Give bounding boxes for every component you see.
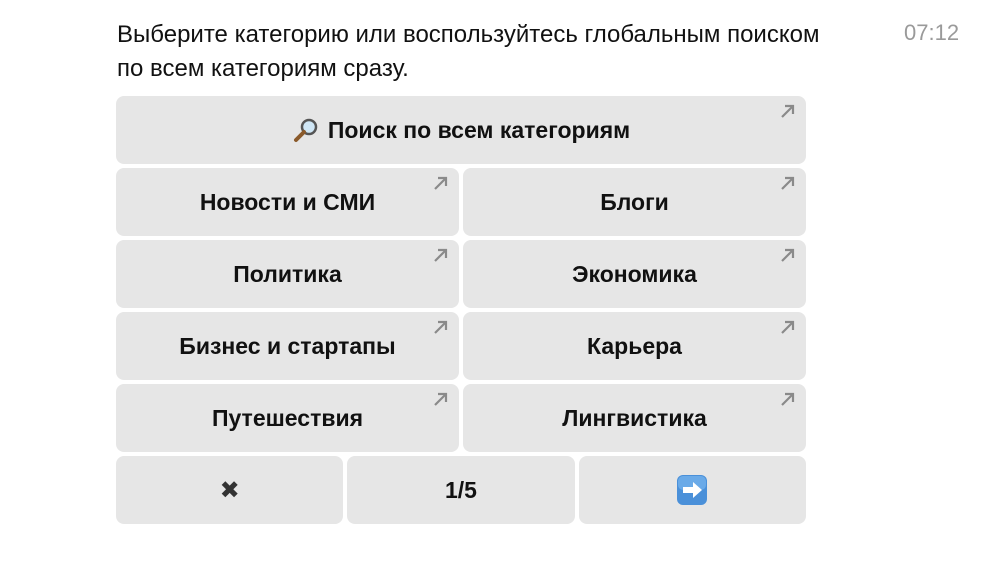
category-label: Экономика <box>572 260 697 287</box>
keyboard-row-navigation: ✖ 1/5 <box>116 456 806 524</box>
keyboard-row: Бизнес и стартапы Карьера <box>116 312 806 380</box>
keyboard-row-search: Поиск по всем категориям <box>116 96 806 164</box>
category-label: Блоги <box>600 188 669 215</box>
category-label: Политика <box>233 260 342 287</box>
inline-keyboard: Поиск по всем категориям Новости и СМИ Б… <box>116 96 806 528</box>
message-text: Выберите категорию или воспользуйтесь гл… <box>117 21 820 82</box>
search-all-categories-label: Поиск по всем категориям <box>327 116 631 143</box>
category-button-business[interactable]: Бизнес и стартапы <box>116 312 459 380</box>
category-label: Лингвистика <box>562 404 707 431</box>
message-time: 07:12 <box>904 20 960 45</box>
open-arrow-icon <box>434 248 448 262</box>
close-button[interactable]: ✖ <box>116 456 344 524</box>
open-arrow-icon <box>781 104 795 118</box>
category-button-linguistics[interactable]: Лингвистика <box>463 384 806 452</box>
category-button-politics[interactable]: Политика <box>116 240 459 308</box>
open-arrow-icon <box>781 248 795 262</box>
open-arrow-icon <box>781 176 795 190</box>
category-label: Новости и СМИ <box>199 188 376 215</box>
open-arrow-icon <box>434 392 448 406</box>
category-button-blogs[interactable]: Блоги <box>463 168 806 236</box>
next-page-button[interactable] <box>578 456 806 524</box>
open-arrow-icon <box>781 320 795 334</box>
keyboard-row: Путешествия Лингвистика <box>116 384 806 452</box>
open-arrow-icon <box>434 176 448 190</box>
keyboard-row: Политика Экономика <box>116 240 806 308</box>
search-all-categories-button[interactable]: Поиск по всем категориям <box>116 96 806 164</box>
close-icon: ✖ <box>219 476 240 504</box>
category-button-news[interactable]: Новости и СМИ <box>116 168 459 236</box>
category-label: Путешествия <box>211 404 364 431</box>
category-label: Бизнес и стартапы <box>179 332 396 359</box>
category-button-career[interactable]: Карьера <box>463 312 806 380</box>
open-arrow-icon <box>781 392 795 406</box>
category-label: Карьера <box>587 332 682 359</box>
magnifier-icon <box>293 118 318 142</box>
open-arrow-icon <box>434 320 448 334</box>
page-indicator-label: 1/5 <box>445 476 477 503</box>
category-button-economy[interactable]: Экономика <box>463 240 806 308</box>
category-button-travel[interactable]: Путешествия <box>116 384 459 452</box>
right-arrow-emoji-icon <box>677 475 708 505</box>
page-indicator-button[interactable]: 1/5 <box>347 456 575 524</box>
keyboard-row: Новости и СМИ Блоги <box>116 168 806 236</box>
